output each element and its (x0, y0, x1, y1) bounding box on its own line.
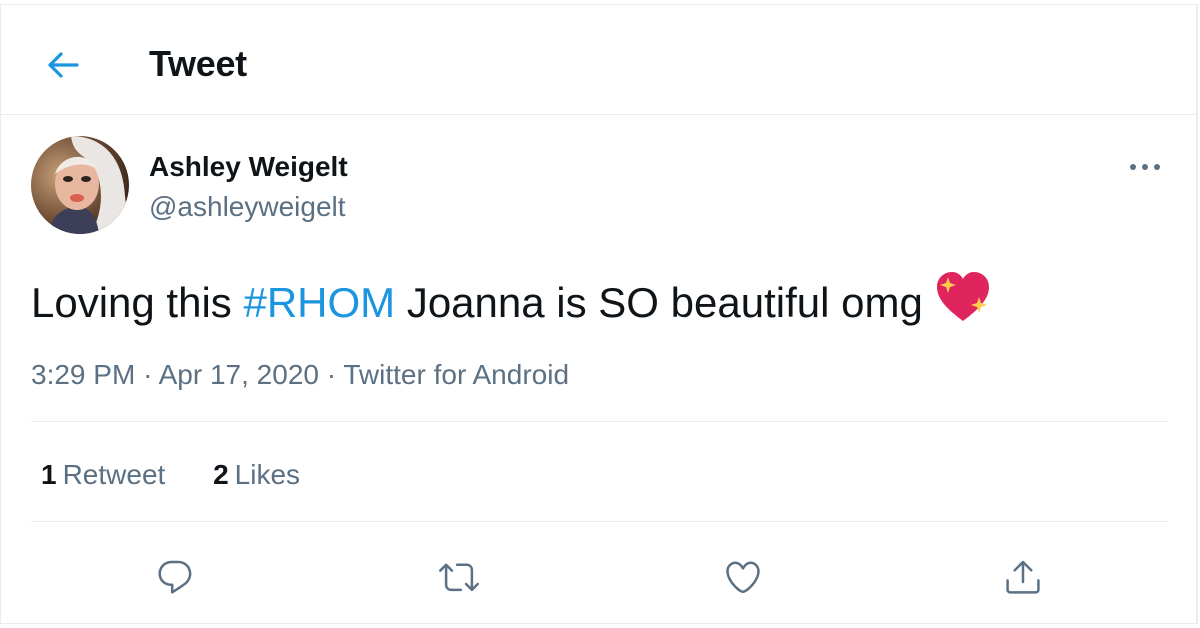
hashtag-link[interactable]: #RHOM (243, 279, 395, 326)
back-button[interactable] (37, 41, 89, 89)
meta-separator: · (143, 359, 153, 390)
tweet-date[interactable]: Apr 17, 2020 (159, 359, 319, 390)
likes-stat[interactable]: 2 Likes (213, 459, 300, 491)
divider (31, 521, 1167, 522)
author-display-name[interactable]: Ashley Weigelt (149, 151, 348, 183)
retweets-stat[interactable]: 1 Retweet (41, 459, 165, 491)
retweet-icon (439, 563, 479, 592)
like-button[interactable] (717, 551, 769, 603)
arrow-left-icon (48, 52, 79, 78)
reply-icon (158, 560, 192, 594)
likes-count: 2 (213, 459, 229, 490)
sparkling-heart-emoji (935, 271, 991, 336)
tweet-source[interactable]: Twitter for Android (343, 359, 569, 390)
likes-label: Likes (234, 459, 301, 490)
tweet-text: Loving this #RHOM Joanna is SO beautiful… (31, 271, 991, 336)
retweets-label: Retweet (62, 459, 166, 490)
tweet-stats: 1 Retweet 2 Likes (41, 459, 340, 491)
tweet-metadata: 3:29 PM · Apr 17, 2020 · Twitter for And… (31, 359, 569, 391)
avatar[interactable] (31, 136, 129, 234)
retweet-button[interactable] (433, 551, 485, 603)
share-button[interactable] (997, 551, 1049, 603)
more-options-button[interactable] (1119, 147, 1171, 187)
page-title: Tweet (149, 43, 247, 84)
meta-separator: · (326, 359, 337, 390)
divider (31, 421, 1167, 422)
page-header: Tweet (1, 5, 1196, 115)
tweet-text-before: Loving this (31, 279, 244, 326)
tweet-time[interactable]: 3:29 PM (31, 359, 135, 390)
more-horizontal-icon (1130, 164, 1160, 170)
reply-button[interactable] (149, 551, 201, 603)
tweet-page: Tweet Ashley Weigelt @ashleyweigelt Lovi… (0, 4, 1198, 624)
author-handle[interactable]: @ashleyweigelt (149, 191, 346, 223)
share-icon (1006, 560, 1040, 594)
retweets-count: 1 (41, 459, 57, 490)
tweet-text-after: Joanna is SO beautiful omg (395, 279, 923, 326)
like-icon (726, 561, 760, 594)
